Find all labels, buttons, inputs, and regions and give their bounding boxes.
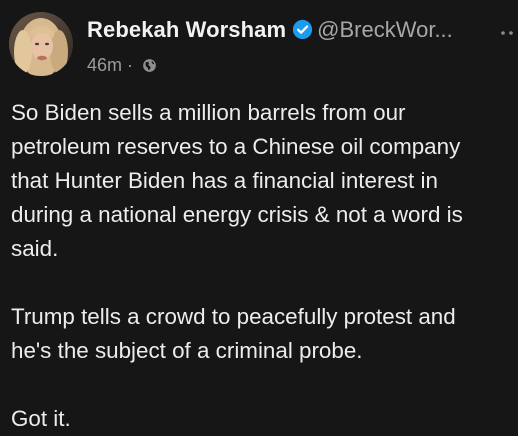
verified-badge-icon — [292, 19, 313, 40]
globe-icon — [142, 57, 157, 72]
post-time[interactable]: 46m — [87, 55, 122, 75]
author-name[interactable]: Rebekah Worsham — [87, 17, 286, 42]
post-header: Rebekah Worsham @BreckWor... — [87, 17, 497, 51]
avatar[interactable] — [9, 12, 73, 76]
meta-separator: · — [127, 54, 134, 75]
author-handle[interactable]: @BreckWor... — [317, 17, 453, 42]
post-paragraph: Got it. — [11, 406, 71, 431]
post-paragraph: So Biden sells a million barrels from ou… — [11, 100, 463, 261]
post-card[interactable]: Rebekah Worsham @BreckWor... 46m · So Bid… — [0, 0, 518, 431]
more-options-icon[interactable] — [500, 24, 514, 35]
post-meta: 46m · — [87, 54, 157, 78]
post-body: So Biden sells a million barrels from ou… — [11, 96, 511, 436]
post-paragraph: Trump tells a crowd to peacefully protes… — [11, 304, 456, 363]
avatar-photo — [9, 12, 73, 76]
